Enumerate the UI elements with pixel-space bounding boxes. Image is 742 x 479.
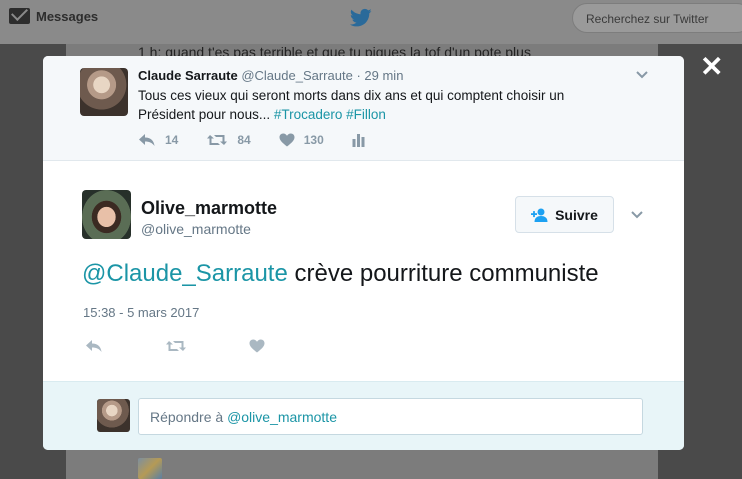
twitter-bird-icon[interactable] bbox=[350, 8, 372, 28]
nav-messages-label: Messages bbox=[36, 8, 99, 24]
avatar bbox=[97, 399, 130, 432]
follow-button-label: Suivre bbox=[555, 206, 598, 223]
retweet-button[interactable] bbox=[165, 339, 187, 353]
like-button[interactable] bbox=[249, 339, 265, 353]
chevron-down-icon[interactable] bbox=[630, 209, 644, 221]
main-tweet: Olive_marmotte @olive_marmotte Suivre @C… bbox=[43, 161, 684, 381]
reply-count: 14 bbox=[165, 133, 179, 147]
analytics-icon bbox=[352, 134, 365, 147]
tweet-body: crève pourriture communiste bbox=[294, 260, 599, 287]
nav-messages-link[interactable]: Messages bbox=[9, 8, 98, 24]
avatar[interactable] bbox=[80, 68, 128, 116]
hashtag-link[interactable]: #Trocadero bbox=[274, 107, 343, 122]
author-handle[interactable]: @olive_marmotte bbox=[141, 221, 251, 237]
mention-link[interactable]: @Claude_Sarraute bbox=[82, 260, 288, 287]
close-icon[interactable]: ✕ bbox=[700, 53, 723, 81]
ancestor-author-handle[interactable]: @Claude_Sarraute bbox=[241, 68, 352, 83]
tweet-text: @Claude_Sarraute crève pourriture commun… bbox=[82, 260, 599, 288]
retweet-button[interactable]: 84 bbox=[206, 133, 251, 147]
top-navigation-bar: Messages Recherchez sur Twitter bbox=[0, 0, 742, 44]
chevron-down-icon[interactable] bbox=[635, 68, 649, 82]
reply-input[interactable]: Répondre à @olive_marmotte bbox=[138, 398, 643, 435]
ancestor-tweet-actions: 14 84 130 bbox=[138, 133, 393, 147]
ancestor-tweet-time[interactable]: 29 min bbox=[364, 68, 403, 83]
reply-button[interactable]: 14 bbox=[138, 133, 178, 147]
author-name[interactable]: Olive_marmotte bbox=[141, 198, 277, 219]
main-tweet-actions bbox=[85, 339, 327, 353]
ancestor-tweet-text: Tous ces vieux qui seront morts dans dix… bbox=[138, 86, 608, 124]
ancestor-tweet[interactable]: Claude Sarraute @Claude_Sarraute · 29 mi… bbox=[43, 56, 684, 161]
reply-area: Répondre à @olive_marmotte bbox=[43, 381, 684, 450]
avatar[interactable] bbox=[82, 190, 131, 239]
reply-mention: @olive_marmotte bbox=[227, 409, 337, 425]
tweet-modal: Claude Sarraute @Claude_Sarraute · 29 mi… bbox=[43, 56, 684, 450]
retweet-icon bbox=[166, 341, 186, 351]
search-input[interactable]: Recherchez sur Twitter bbox=[572, 3, 742, 33]
ancestor-tweet-header: Claude Sarraute @Claude_Sarraute · 29 mi… bbox=[138, 68, 403, 83]
heart-icon bbox=[279, 133, 295, 147]
separator: · bbox=[356, 68, 361, 83]
tweet-timestamp[interactable]: 15:38 - 5 mars 2017 bbox=[83, 305, 199, 320]
reply-button[interactable] bbox=[85, 339, 103, 353]
background-avatar bbox=[138, 458, 162, 479]
reply-icon bbox=[139, 134, 155, 146]
like-button[interactable]: 130 bbox=[279, 133, 324, 147]
retweet-count: 84 bbox=[237, 133, 251, 147]
mail-icon bbox=[9, 8, 30, 24]
reply-prefix: Répondre à bbox=[150, 409, 224, 425]
reply-icon bbox=[86, 340, 102, 352]
retweet-icon bbox=[207, 135, 228, 145]
hashtag-link[interactable]: #Fillon bbox=[346, 107, 386, 122]
like-count: 130 bbox=[303, 133, 324, 147]
analytics-button[interactable] bbox=[352, 133, 365, 147]
follow-button[interactable]: Suivre bbox=[515, 196, 614, 233]
ancestor-author-name[interactable]: Claude Sarraute bbox=[138, 68, 238, 83]
follow-user-icon bbox=[531, 208, 548, 222]
heart-icon bbox=[249, 339, 265, 353]
